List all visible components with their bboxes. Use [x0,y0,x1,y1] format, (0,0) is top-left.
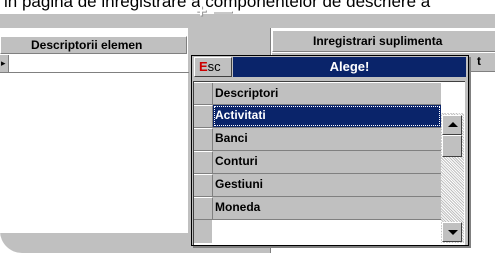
scrollbar-thumb[interactable] [442,135,462,157]
dialog-title: Alege! [233,57,466,77]
plus-icon: + [195,1,207,22]
escape-hotkey-letter: E [199,59,208,74]
arrow-up-icon [448,122,458,127]
list-item-label: Moneda [215,200,261,214]
page-top-text-fragment: in pagina de inregistrare a componentelo… [0,0,495,12]
list-item-label: Conturi [215,154,258,168]
minus-icon: — [213,1,232,22]
current-row-arrow-icon: ▸ [1,58,6,68]
table-row-divider [9,72,189,73]
list-item[interactable]: Gestiuni [194,174,441,197]
row-indicator-cell [194,197,213,219]
supplementary-records-header: Inregistrari suplimenta [272,30,495,52]
escape-label-rest: sc [207,59,221,74]
header-indicator-cell [194,83,213,104]
list-item[interactable]: Moneda [194,197,441,220]
escape-button[interactable]: Esc [194,57,232,77]
list-item-label: Activitati [215,108,266,122]
row-indicator-cell [194,174,213,196]
row-indicator-cell [194,128,213,150]
descriptor-list-header-label: Descriptori [215,86,279,100]
row-indicator-cell [194,105,213,127]
delete-record-button[interactable]: — [213,1,232,22]
list-item[interactable]: Activitati [194,105,441,128]
supplementary-column-label: t [477,54,481,68]
descriptors-column-header[interactable]: Descriptorii elemen [0,36,187,54]
list-item-label: Banci [215,131,248,145]
arrow-down-icon [448,230,458,235]
list-item-label: Gestiuni [215,177,264,191]
descriptor-list-header: Descriptori [194,82,441,105]
row-indicator-cell [194,151,213,173]
add-record-button[interactable]: + [192,1,210,22]
scroll-down-button[interactable] [442,222,462,242]
row-indicator-cell [194,220,212,243]
list-item[interactable]: Conturi [194,151,441,174]
current-row-indicator: ▸ [0,55,9,73]
scroll-up-button[interactable] [442,115,462,135]
list-item[interactable]: Banci [194,128,441,151]
descriptors-table [0,28,188,233]
